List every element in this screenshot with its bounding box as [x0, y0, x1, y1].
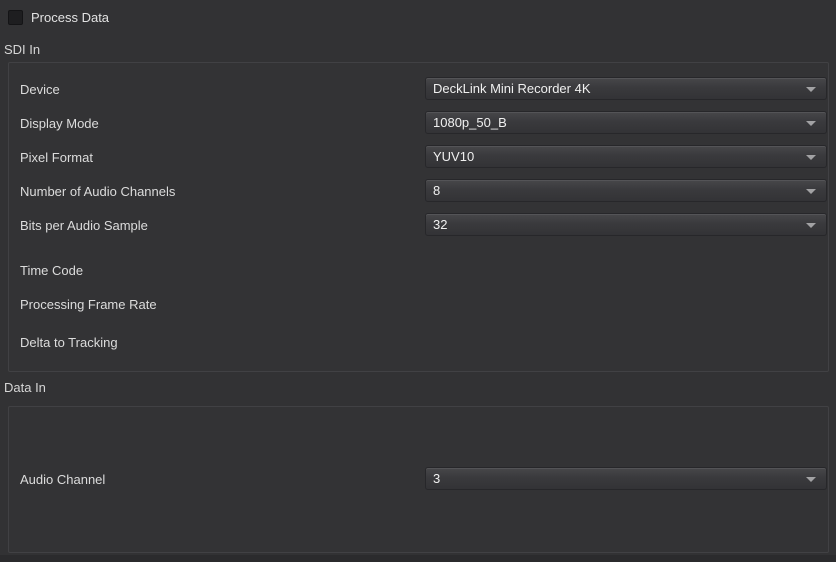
- display-mode-label: Display Mode: [20, 116, 99, 131]
- sdi-in-section-title: SDI In: [4, 42, 40, 57]
- chevron-down-icon: [806, 121, 816, 126]
- time-code-label: Time Code: [20, 263, 83, 278]
- num-audio-channels-label: Number of Audio Channels: [20, 184, 175, 199]
- process-data-label: Process Data: [31, 10, 109, 25]
- process-data-checkbox[interactable]: [8, 10, 23, 25]
- chevron-down-icon: [806, 155, 816, 160]
- display-mode-dropdown-value: 1080p_50_B: [433, 112, 507, 133]
- num-audio-channels-dropdown[interactable]: 8: [425, 179, 827, 202]
- display-mode-dropdown[interactable]: 1080p_50_B: [425, 111, 827, 134]
- chevron-down-icon: [806, 87, 816, 92]
- audio-channel-dropdown[interactable]: 3: [425, 467, 827, 490]
- device-dropdown-value: DeckLink Mini Recorder 4K: [433, 78, 591, 99]
- device-label: Device: [20, 82, 60, 97]
- processing-frame-rate-label: Processing Frame Rate: [20, 297, 157, 312]
- settings-panel: Process Data SDI In Device DeckLink Mini…: [0, 0, 836, 562]
- process-data-row: Process Data: [8, 10, 109, 25]
- pixel-format-label: Pixel Format: [20, 150, 93, 165]
- sdi-in-groupbox: Device DeckLink Mini Recorder 4K Display…: [8, 62, 829, 372]
- data-in-section-title: Data In: [4, 380, 46, 395]
- bits-per-audio-sample-dropdown-value: 32: [433, 214, 447, 235]
- bits-per-audio-sample-label: Bits per Audio Sample: [20, 218, 148, 233]
- data-in-groupbox: Audio Channel 3: [8, 406, 829, 553]
- pixel-format-dropdown[interactable]: YUV10: [425, 145, 827, 168]
- num-audio-channels-dropdown-value: 8: [433, 180, 440, 201]
- delta-to-tracking-label: Delta to Tracking: [20, 335, 118, 350]
- chevron-down-icon: [806, 477, 816, 482]
- audio-channel-dropdown-value: 3: [433, 468, 440, 489]
- chevron-down-icon: [806, 223, 816, 228]
- panel-bottom-edge: [0, 555, 836, 562]
- audio-channel-label: Audio Channel: [20, 472, 105, 487]
- chevron-down-icon: [806, 189, 816, 194]
- pixel-format-dropdown-value: YUV10: [433, 146, 474, 167]
- device-dropdown[interactable]: DeckLink Mini Recorder 4K: [425, 77, 827, 100]
- bits-per-audio-sample-dropdown[interactable]: 32: [425, 213, 827, 236]
